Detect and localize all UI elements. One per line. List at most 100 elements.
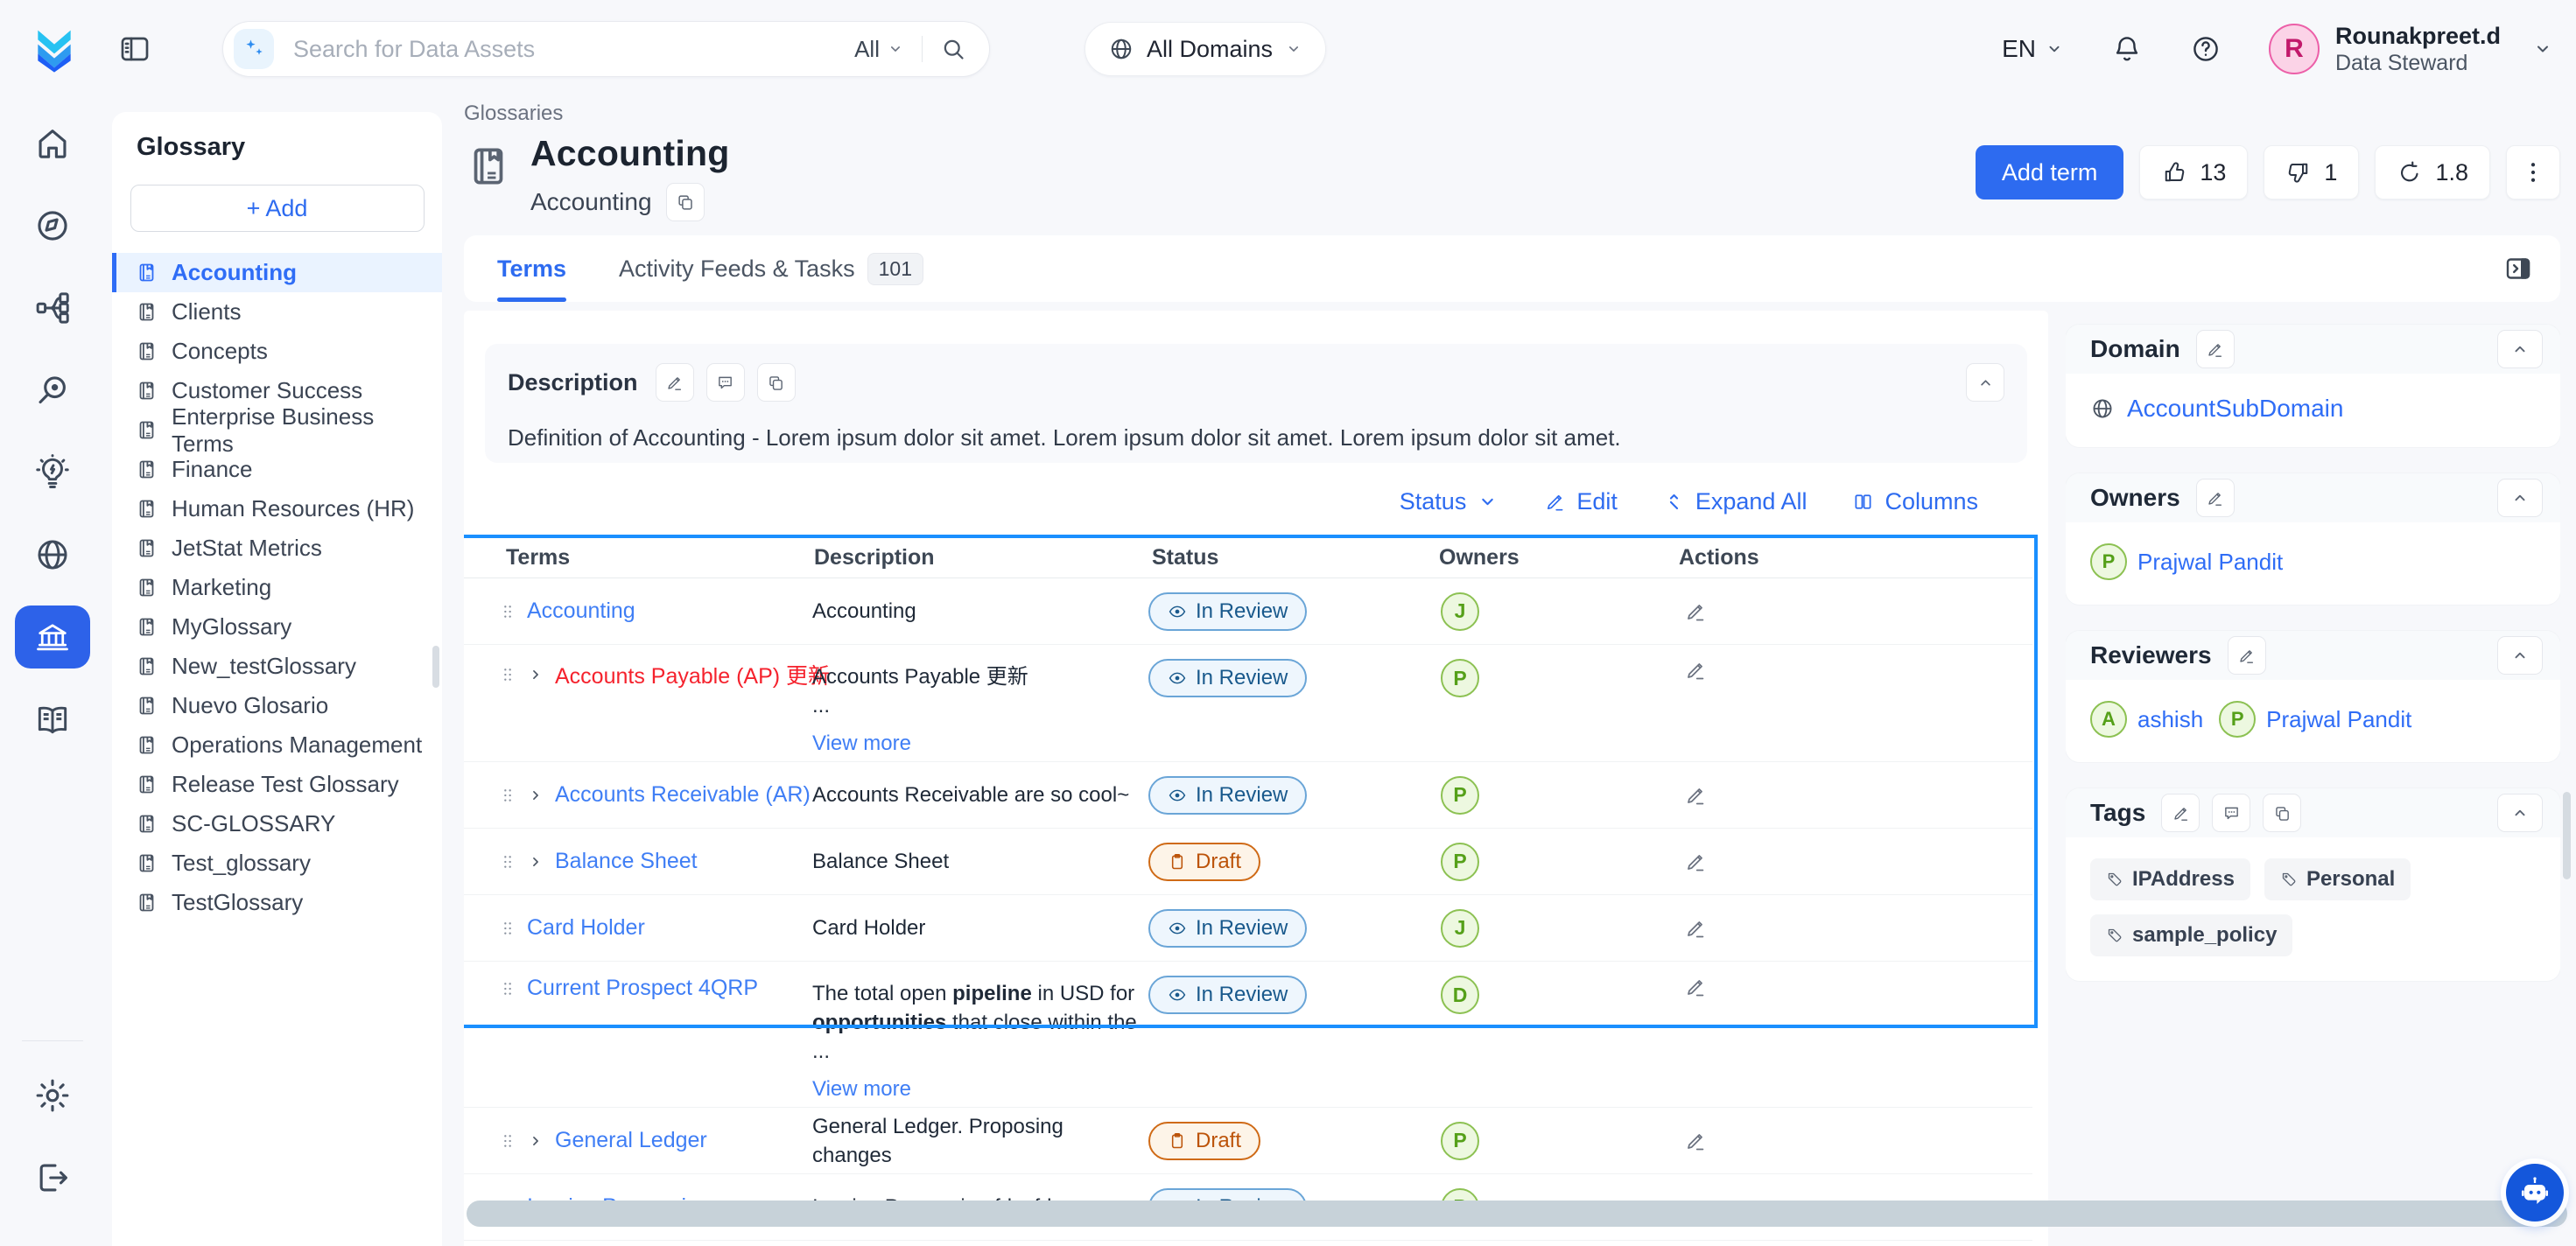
- drag-handle-icon[interactable]: [499, 666, 516, 683]
- search-submit-button[interactable]: [940, 36, 966, 62]
- drag-handle-icon[interactable]: [499, 980, 516, 998]
- view-more-link[interactable]: View more: [812, 1074, 911, 1103]
- person-link[interactable]: P Prajwal Pandit: [2090, 543, 2283, 580]
- term-link[interactable]: Balance Sheet: [555, 849, 698, 874]
- more-options-button[interactable]: [2506, 145, 2560, 200]
- term-link[interactable]: Accounts Receivable (AR): [555, 782, 811, 808]
- add-glossary-button[interactable]: + Add: [130, 185, 425, 232]
- edit-term-button[interactable]: [1684, 850, 1707, 873]
- domains-selector-button[interactable]: All Domains: [1084, 22, 1326, 76]
- expand-row-button[interactable]: [527, 787, 544, 804]
- term-link[interactable]: Current Prospect 4QRP: [527, 976, 758, 1001]
- collapse-reviewers-button[interactable]: [2497, 636, 2543, 675]
- collapse-description-button[interactable]: [1966, 363, 2004, 402]
- drag-handle-icon[interactable]: [499, 603, 516, 620]
- upvote-button[interactable]: 13: [2139, 145, 2248, 200]
- status-filter-dropdown[interactable]: Status: [1400, 488, 1499, 515]
- term-link[interactable]: Card Holder: [527, 915, 645, 941]
- status-badge[interactable]: In Review: [1148, 776, 1307, 815]
- glossary-list-item[interactable]: Enterprise Business Terms: [112, 410, 442, 450]
- status-badge[interactable]: In Review: [1148, 592, 1307, 631]
- edit-domain-button[interactable]: [2196, 330, 2235, 368]
- glossary-list-item[interactable]: MyGlossary: [112, 607, 442, 647]
- search-input[interactable]: [293, 36, 854, 63]
- glossary-list-item[interactable]: Release Test Glossary: [112, 765, 442, 804]
- expand-all-button[interactable]: Expand All: [1663, 488, 1807, 515]
- rail-item-observability[interactable]: [15, 359, 90, 422]
- version-button[interactable]: 1.8: [2375, 145, 2490, 200]
- language-selector[interactable]: EN: [2002, 35, 2064, 63]
- copy-tags-button[interactable]: [2263, 794, 2301, 832]
- rail-item-explore[interactable]: [15, 194, 90, 257]
- person-link[interactable]: A ashish: [2090, 701, 2203, 738]
- comment-description-button[interactable]: [706, 363, 745, 402]
- drag-handle-icon[interactable]: [499, 853, 516, 871]
- glossary-list-item[interactable]: Human Resources (HR): [112, 489, 442, 528]
- rail-item-knowledge-center[interactable]: [15, 688, 90, 751]
- glossary-list-item[interactable]: SC-GLOSSARY: [112, 804, 442, 844]
- glossary-list-item[interactable]: Nuevo Glosario: [112, 686, 442, 725]
- tab-activity-feeds-tasks[interactable]: Activity Feeds & Tasks 101: [619, 235, 923, 302]
- collapse-owners-button[interactable]: [2497, 479, 2543, 517]
- glossary-list-item[interactable]: Operations Management: [112, 725, 442, 765]
- status-badge[interactable]: In Review: [1148, 976, 1307, 1014]
- rail-item-insights[interactable]: [15, 441, 90, 504]
- edit-table-button[interactable]: Edit: [1544, 488, 1618, 515]
- glossary-list-item[interactable]: Concepts: [112, 332, 442, 371]
- edit-reviewers-button[interactable]: [2228, 636, 2266, 675]
- expand-row-button[interactable]: [527, 666, 544, 683]
- notifications-button[interactable]: [2111, 33, 2143, 65]
- tag-chip[interactable]: Personal: [2264, 858, 2411, 900]
- chat-assistant-button[interactable]: [2506, 1164, 2564, 1222]
- edit-term-button[interactable]: [1684, 1130, 1707, 1152]
- glossary-list-item[interactable]: Test_glossary: [112, 844, 442, 883]
- edit-term-button[interactable]: [1684, 784, 1707, 807]
- rail-item-lineage[interactable]: [15, 276, 90, 340]
- edit-owners-button[interactable]: [2196, 479, 2235, 517]
- columns-button[interactable]: Columns: [1852, 488, 1978, 515]
- term-link[interactable]: General Ledger: [555, 1128, 707, 1153]
- glossary-list-scrollbar[interactable]: [432, 646, 439, 688]
- expand-row-button[interactable]: [527, 1132, 544, 1150]
- collapse-tags-button[interactable]: [2497, 794, 2543, 832]
- downvote-button[interactable]: 1: [2264, 145, 2359, 200]
- collapse-side-panel-button[interactable]: [2502, 253, 2534, 284]
- status-badge[interactable]: In Review: [1148, 659, 1307, 697]
- copy-name-button[interactable]: [666, 183, 705, 221]
- copy-description-button[interactable]: [757, 363, 796, 402]
- domain-value-link[interactable]: AccountSubDomain: [2090, 395, 2343, 423]
- status-badge[interactable]: Draft: [1148, 843, 1260, 881]
- breadcrumb[interactable]: Glossaries: [464, 102, 563, 126]
- person-link[interactable]: P Prajwal Pandit: [2219, 701, 2411, 738]
- term-link[interactable]: Accounts Payable (AP) 更新: [555, 659, 830, 690]
- tag-chip[interactable]: sample_policy: [2090, 914, 2292, 956]
- rail-item-domains[interactable]: [15, 523, 90, 586]
- term-link[interactable]: Accounting: [527, 598, 635, 624]
- vertical-scrollbar[interactable]: [2563, 792, 2571, 879]
- comment-tags-button[interactable]: [2212, 794, 2250, 832]
- glossary-list-item[interactable]: Accounting: [112, 253, 442, 292]
- sidebar-toggle-button[interactable]: [117, 32, 152, 66]
- drag-handle-icon[interactable]: [499, 1132, 516, 1150]
- help-button[interactable]: [2190, 33, 2222, 65]
- glossary-list-item[interactable]: New_testGlossary: [112, 647, 442, 686]
- drag-handle-icon[interactable]: [499, 920, 516, 937]
- horizontal-scrollbar[interactable]: [467, 1200, 2567, 1227]
- status-badge[interactable]: In Review: [1148, 909, 1307, 948]
- edit-term-button[interactable]: [1684, 659, 1707, 682]
- ai-sparkle-icon[interactable]: [234, 29, 274, 69]
- global-search-bar[interactable]: All: [222, 21, 990, 77]
- add-term-button[interactable]: Add term: [1976, 145, 2124, 200]
- rail-item-settings[interactable]: [15, 1064, 90, 1127]
- edit-term-button[interactable]: [1684, 600, 1707, 623]
- search-scope-dropdown[interactable]: All: [854, 36, 904, 63]
- expand-row-button[interactable]: [527, 853, 544, 871]
- view-more-link[interactable]: View more: [812, 729, 911, 758]
- status-badge[interactable]: Draft: [1148, 1122, 1260, 1160]
- edit-description-button[interactable]: [656, 363, 694, 402]
- drag-handle-icon[interactable]: [499, 787, 516, 804]
- collapse-domain-button[interactable]: [2497, 330, 2543, 368]
- glossary-list-item[interactable]: TestGlossary: [112, 883, 442, 922]
- edit-term-button[interactable]: [1684, 917, 1707, 940]
- edit-tags-button[interactable]: [2161, 794, 2200, 832]
